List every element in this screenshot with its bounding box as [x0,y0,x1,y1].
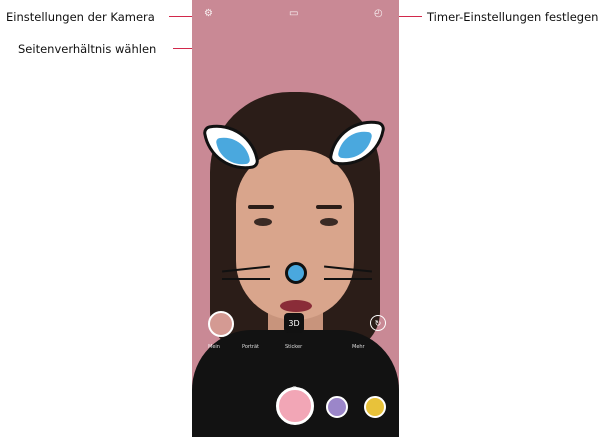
mode-3d-button[interactable]: 3D [284,313,304,333]
cat-nose-sticker [285,262,307,284]
purple-sticker-icon[interactable] [326,396,348,418]
callout-camera-settings: Einstellungen der Kamera [6,10,155,24]
whisker [324,278,372,280]
camera-preview-screen: ⚙ ▭ ◴ 3D ↻ Mein Porträt Sticker Mehr ︽ [192,0,399,437]
eye-left [254,218,272,226]
mode-label-mehr[interactable]: Mehr [352,344,365,350]
mode-label-mein[interactable]: Mein [208,344,220,350]
callout-timer-settings: Timer-Einstellungen festlegen [427,10,599,24]
gallery-thumbnail[interactable] [208,311,234,337]
lips [280,300,312,312]
mode-label-portrait[interactable]: Porträt [242,344,259,350]
whisker [222,278,270,280]
mode-label-sticker[interactable]: Sticker [285,344,302,350]
brow-left [248,205,274,209]
switch-camera-icon[interactable]: ↻ [370,315,386,331]
shutter-button[interactable] [276,387,314,425]
aspect-ratio-icon[interactable]: ▭ [289,8,298,19]
eye-right [320,218,338,226]
brow-right [316,205,342,209]
gear-icon[interactable]: ⚙ [204,8,213,19]
callout-aspect-ratio: Seitenverhältnis wählen [18,42,157,56]
timer-icon[interactable]: ◴ [374,8,383,19]
face [236,150,354,320]
yellow-sticker-icon[interactable] [364,396,386,418]
